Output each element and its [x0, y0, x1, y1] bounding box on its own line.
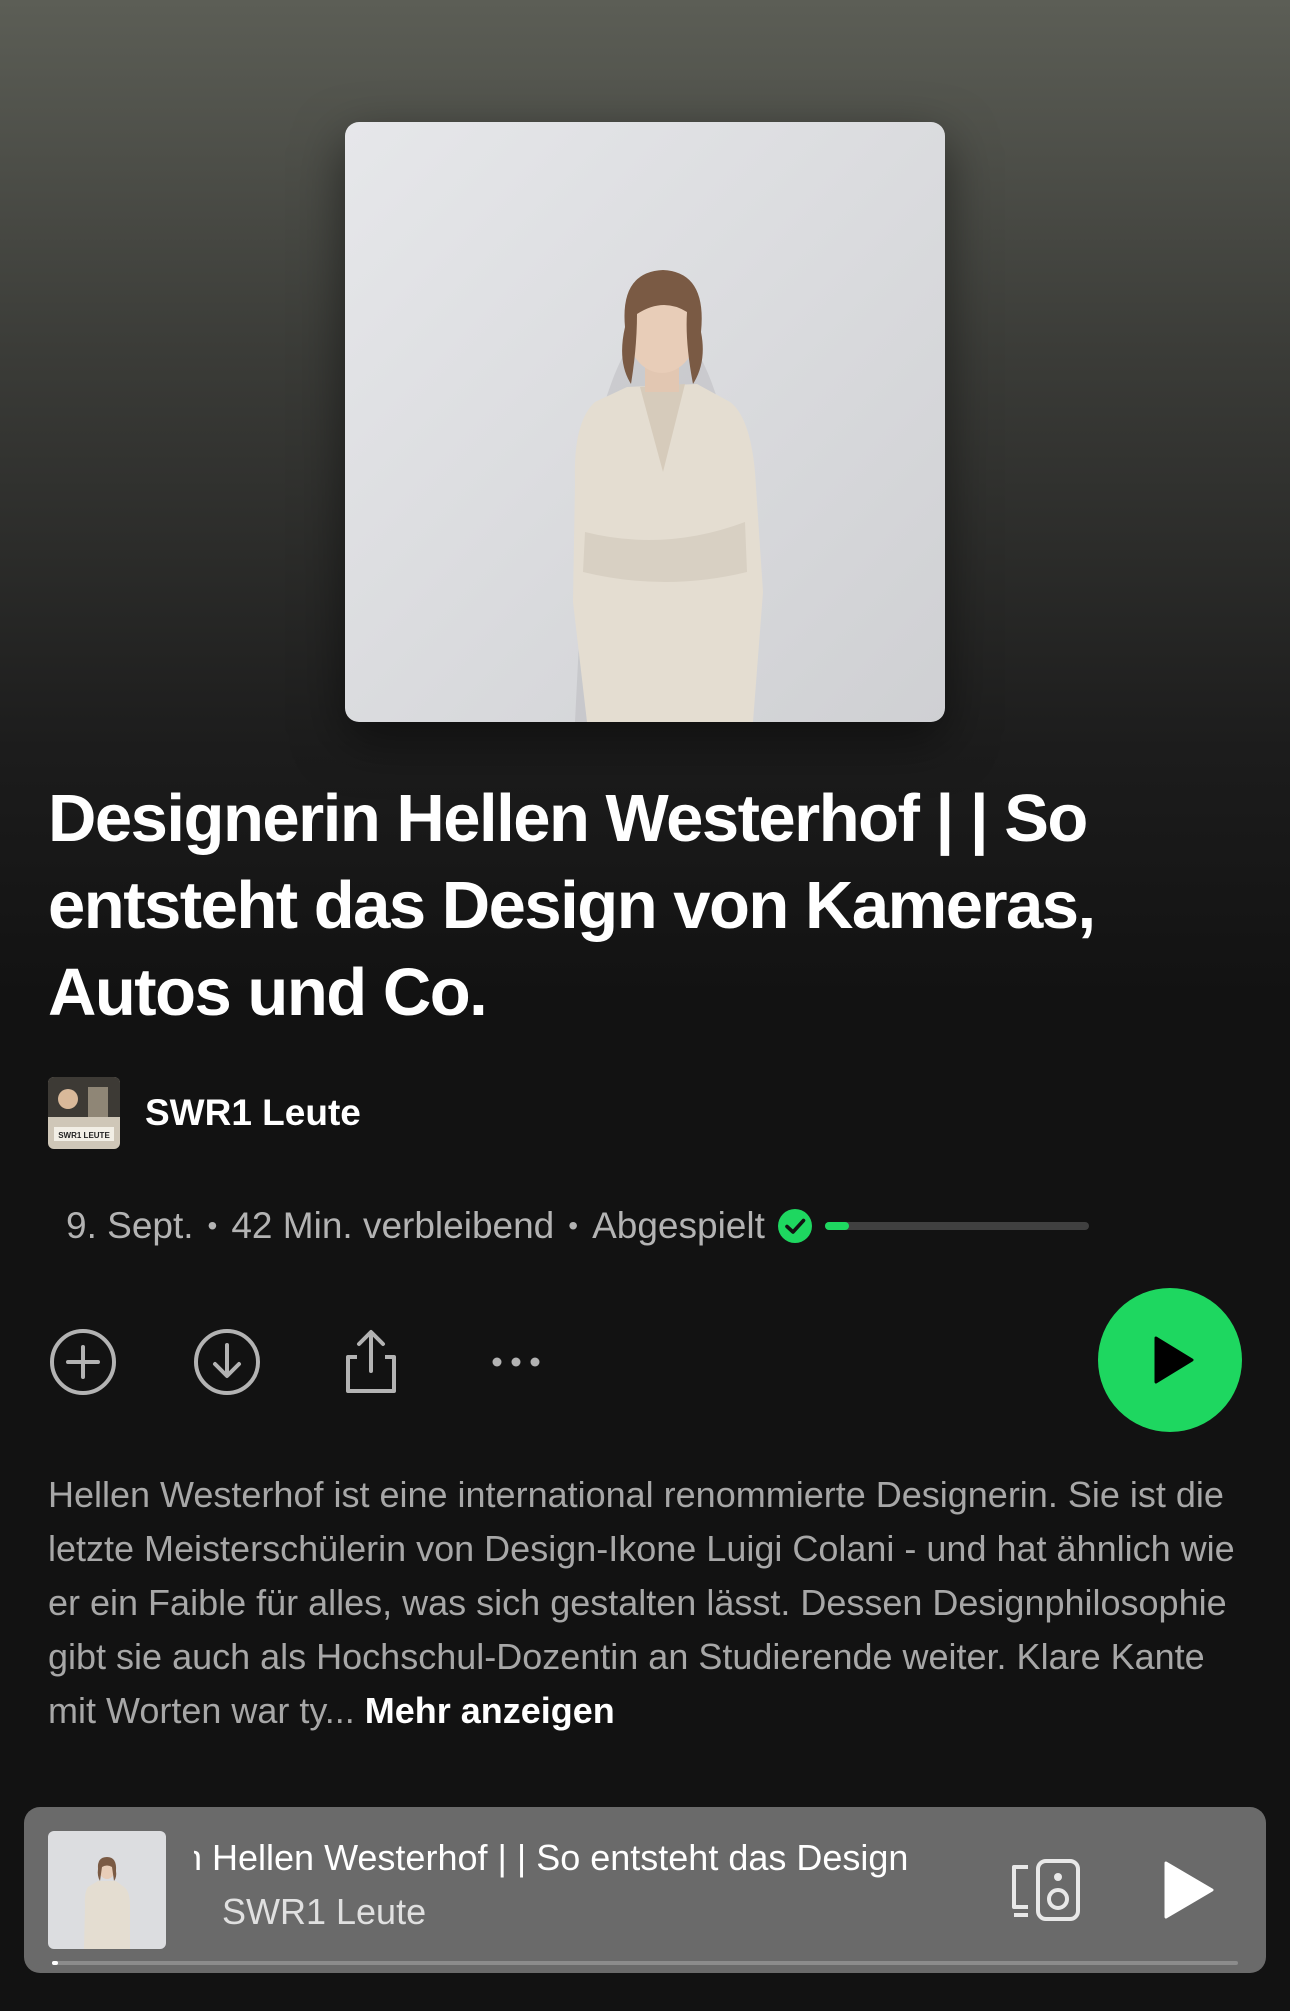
played-check-icon [777, 1209, 812, 1243]
share-icon[interactable] [336, 1327, 406, 1397]
show-thumb-label: SWR1 LEUTE [58, 1131, 110, 1140]
episode-description: Hellen Westerhof ist eine international … [48, 1468, 1248, 1738]
episode-progress-bar [824, 1222, 1089, 1230]
action-bar [48, 1288, 1242, 1432]
add-circle-icon[interactable] [48, 1327, 118, 1397]
episode-title: Designerin Hellen Westerhof | | So entst… [48, 781, 1096, 1030]
episode-status: Abgespielt [592, 1205, 765, 1246]
mini-player[interactable]: in Hellen Westerhof | | So entsteht das … [24, 1807, 1266, 1973]
mini-player-subtitle: SWR1 Leute [222, 1891, 427, 1932]
separator-dot: • [568, 1210, 579, 1241]
episode-cover-art [345, 122, 945, 722]
download-icon[interactable] [192, 1327, 262, 1397]
more-options-icon[interactable] [481, 1327, 551, 1397]
play-icon [1154, 1336, 1194, 1384]
connect-devices-icon[interactable] [1006, 1851, 1084, 1929]
episode-remaining: 42 Min. verbleibend [231, 1205, 555, 1246]
episode-date: 9. Sept. [66, 1205, 194, 1246]
mini-play-icon[interactable] [1154, 1857, 1220, 1923]
description-text: Hellen Westerhof ist eine international … [48, 1474, 1235, 1731]
episode-progress-fill [824, 1222, 849, 1230]
mini-player-progress [52, 1961, 1238, 1965]
mini-player-title: in Hellen Westerhof | | So entsteht das … [194, 1837, 909, 1878]
mini-player-cover [48, 1831, 166, 1949]
show-more-link[interactable]: Mehr anzeigen [365, 1690, 615, 1731]
episode-meta: 9. Sept. • 42 Min. verbleibend • Abgespi… [66, 1198, 1089, 1254]
mini-player-info[interactable]: in Hellen Westerhof | | So entsteht das … [194, 1831, 1004, 1939]
show-thumbnail: SWR1 LEUTE [48, 1077, 120, 1149]
show-name[interactable]: SWR1 Leute [145, 1092, 361, 1134]
play-button[interactable] [1098, 1288, 1242, 1432]
separator-dot: • [207, 1210, 218, 1241]
show-link[interactable]: SWR1 LEUTE SWR1 Leute [48, 1077, 361, 1149]
mini-player-progress-fill [52, 1961, 58, 1965]
